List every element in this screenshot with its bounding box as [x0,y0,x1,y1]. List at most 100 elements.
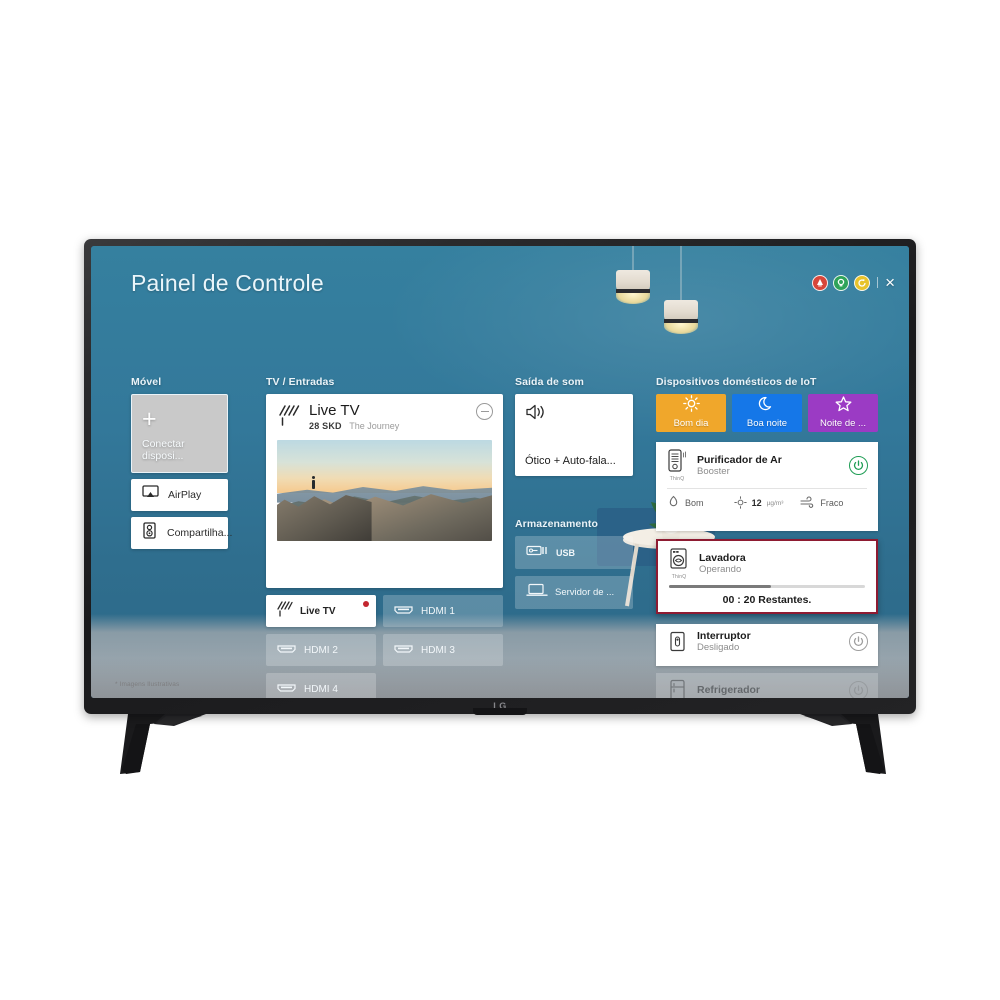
input-chip-live-tv[interactable]: Live TV [266,595,376,627]
product-photo: Painel de Controle × Móvel + Conectar di… [0,0,1000,1000]
iot-metric-value: 12 [751,498,762,508]
hdmi-icon [276,641,297,659]
speaker-icon [525,403,623,426]
sound-output-card[interactable]: Ótico + Auto-fala... [515,394,633,476]
now-playing-channel: 28 SKD [309,420,342,431]
section-heading-iot: Dispositivos domésticos de IoT [656,376,817,388]
iot-scene-label: Noite de ... [820,418,866,429]
iot-device-air-purifier[interactable]: ThinQ Purificador de Ar Booster Bom 12 µ… [656,442,878,531]
input-chip-hdmi-1[interactable]: HDMI 1 [383,595,503,627]
mobile-screenshare-tile[interactable]: Compartilha... [131,517,232,549]
sound-output-label: Ótico + Auto-fala... [525,455,616,467]
refresh-icon[interactable] [854,274,871,291]
now-playing-card[interactable]: Live TV 28 SKD The Journey [266,394,503,588]
fridge-icon [665,679,689,698]
washer-progress-bar [669,585,865,588]
iot-scene-label: Boa noite [746,418,788,429]
iot-device-name: Refrigerador [697,683,761,696]
washer-remaining-time: 00 : 20 Restantes. [722,593,812,606]
iot-metric-label: Bom [685,498,704,508]
divider [877,277,879,288]
hdmi-icon [393,641,414,659]
power-toggle-button[interactable] [849,632,868,652]
plus-icon: + [142,405,157,433]
iot-scene-boa-noite[interactable]: Boa noite [732,394,802,432]
iot-device-status: Desligado [697,642,740,654]
section-heading-sound-output: Saída de som [515,376,584,388]
lamp-icon[interactable] [833,274,850,291]
iot-device-name: Lavadora [699,552,746,564]
input-label: HDMI 2 [304,644,338,656]
page-title: Painel de Controle [131,270,324,296]
mobile-connect-label: Conectar disposi... [142,438,185,462]
input-label: HDMI 4 [304,683,338,695]
sun-icon [682,395,700,417]
input-label: Live TV [300,605,336,617]
fan-icon [800,496,815,509]
now-playing-thumbnail [277,440,492,541]
close-button[interactable]: × [885,274,895,291]
mobile-airplay-label: AirPlay [168,489,202,501]
input-chip-hdmi-3[interactable]: HDMI 3 [383,634,503,666]
star-icon [835,396,852,417]
switch-icon [665,631,689,653]
tv-chassis: Painel de Controle × Móvel + Conectar di… [84,239,916,715]
antenna-icon [277,405,300,432]
illustrative-images-watermark: * Imagens Ilustrativas [115,681,180,688]
iot-device-name: Interruptor [697,630,751,642]
dust-icon [667,495,680,511]
moon-icon [758,396,775,417]
iot-device-status: Booster [697,465,730,477]
mobile-airplay-tile[interactable]: AirPlay [131,479,228,511]
input-label: HDMI 1 [421,605,455,617]
tv-bottom-nub [473,708,527,715]
recording-indicator-icon [363,601,369,607]
iot-metric-unit: µg/m³ [766,499,784,507]
minus-circle-icon[interactable] [476,403,493,420]
storage-usb-tile[interactable]: USB [515,536,633,569]
now-playing-title: Live TV [309,402,360,419]
storage-server-label: Servidor de ... [555,587,615,598]
input-chip-hdmi-2[interactable]: HDMI 2 [266,634,376,666]
iot-device-status: Operando [699,564,742,576]
now-playing-program: The Journey [349,420,400,431]
iot-device-name: Purificador de Ar [697,453,782,466]
section-heading-tv-inputs: TV / Entradas [266,376,335,388]
washer-icon: ThinQ [667,548,691,580]
pendant-lamp-2 [664,246,698,340]
power-toggle-button[interactable] [849,680,868,698]
iot-metric-particles: 12 µg/m³ [733,495,801,511]
particle-icon [733,495,747,511]
air-quality-icon[interactable] [812,274,829,291]
pendant-lamp-1 [616,246,650,308]
iot-device-refrigerator[interactable]: Refrigerador [656,673,878,698]
air-purifier-icon: ThinQ [665,449,689,482]
screen-share-icon [142,522,158,544]
iot-scene-noite-de[interactable]: Noite de ... [808,394,878,432]
power-toggle-button[interactable] [849,456,868,475]
tv-stand-leg-left [110,712,240,782]
laptop-icon [526,583,548,603]
iot-metric-air-quality: Bom [667,495,734,511]
iot-scene-bom-dia[interactable]: Bom dia [656,394,726,432]
storage-server-tile[interactable]: Servidor de ... [515,576,633,609]
iot-scene-label: Bom dia [673,418,709,429]
tv-screen: Painel de Controle × Móvel + Conectar di… [91,246,909,698]
input-label: HDMI 3 [421,644,455,656]
storage-usb-label: USB [556,547,576,558]
tv-bezel: Painel de Controle × Móvel + Conectar di… [91,246,909,698]
hdmi-icon [276,680,297,698]
iot-device-switch[interactable]: Interruptor Desligado [656,624,878,666]
airplay-icon [142,485,159,505]
brand-tag: ThinQ [669,476,685,482]
input-chip-hdmi-4[interactable]: HDMI 4 [266,673,376,698]
usb-icon [526,544,550,562]
iot-device-washer[interactable]: ThinQ Lavadora Operando 00 : 20 Restante… [656,539,878,614]
brand-tag: ThinQ [671,574,687,580]
section-heading-mobile: Móvel [131,376,162,388]
panel-top-right-controls: × [812,274,895,291]
mobile-connect-device-tile[interactable]: + Conectar disposi... [131,394,228,473]
iot-metric-fan: Fraco [800,495,867,511]
hdmi-icon [393,602,414,620]
mobile-screenshare-label: Compartilha... [167,527,233,539]
